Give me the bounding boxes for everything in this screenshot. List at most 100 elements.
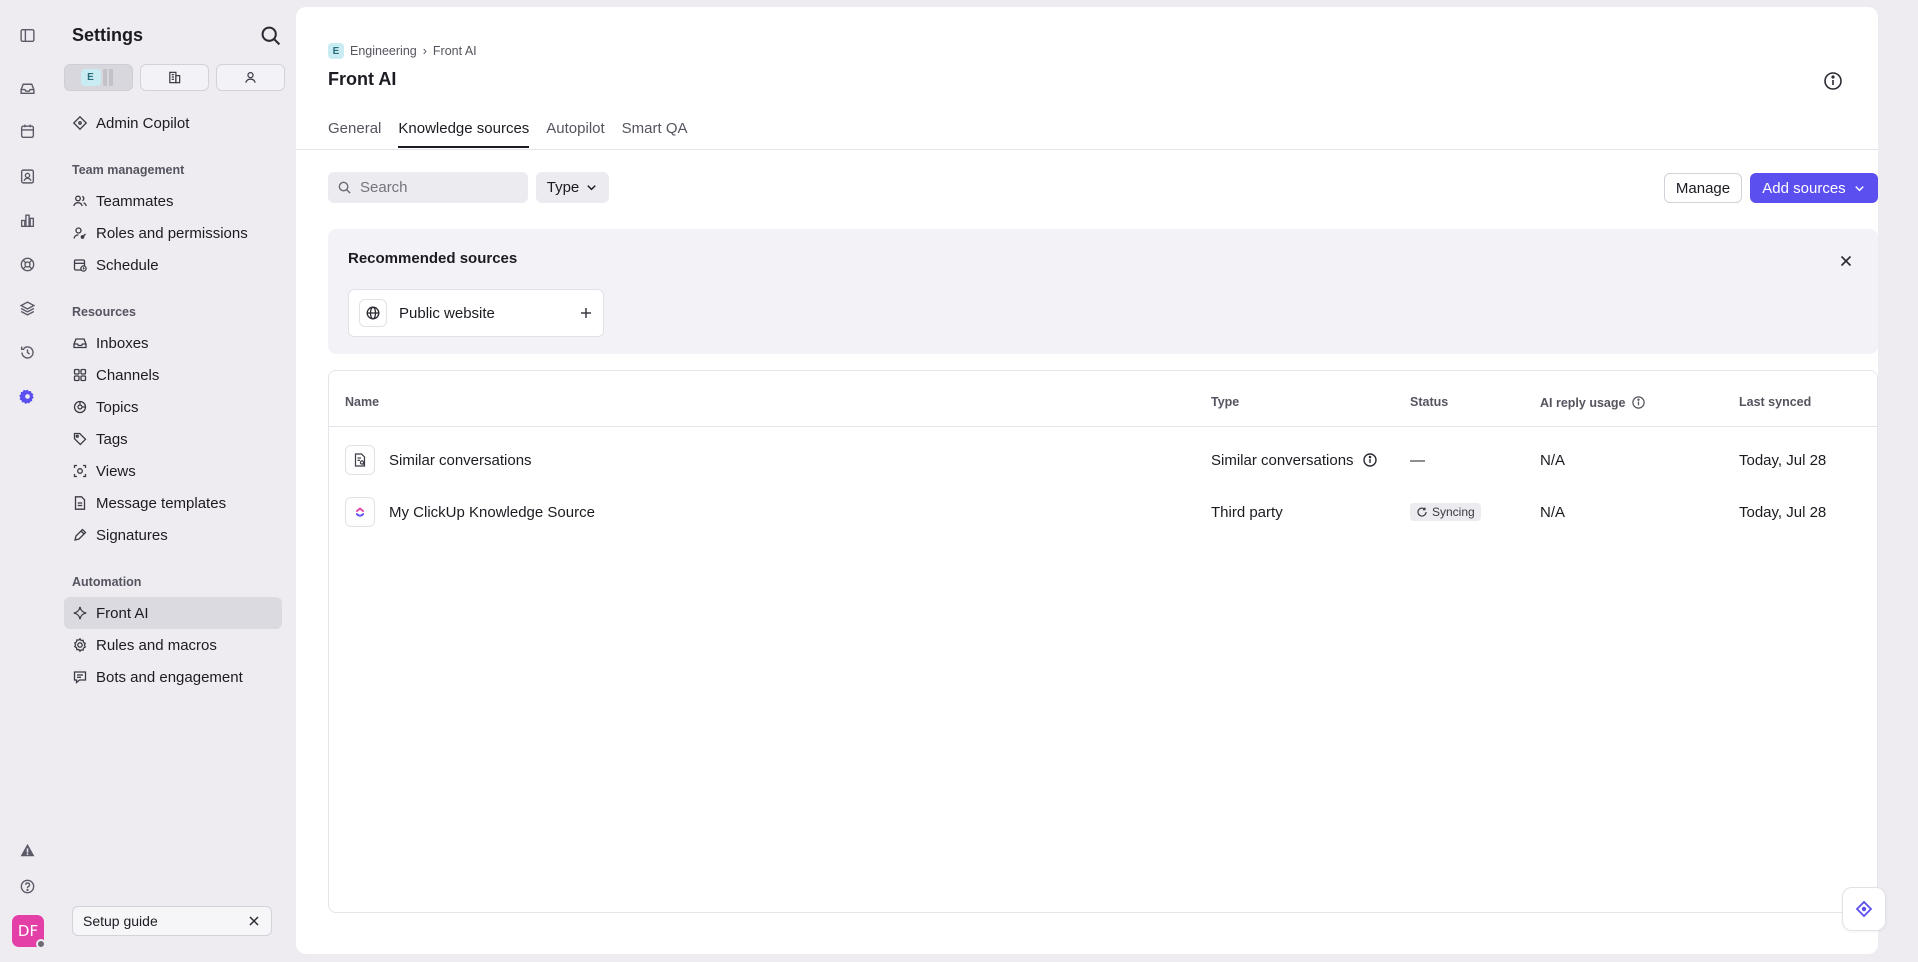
help-center-icon[interactable]	[11, 248, 43, 280]
sidebar-item-rules-macros[interactable]: Rules and macros	[64, 629, 282, 661]
analytics-icon[interactable]	[11, 204, 43, 236]
workspace-badge: E	[80, 69, 101, 86]
info-icon[interactable]	[1362, 452, 1378, 468]
inbox-stack-icon	[73, 338, 87, 349]
column-header-last-synced: Last synced	[1739, 395, 1812, 409]
search-icon	[338, 181, 351, 194]
name-cell: My ClickUp Knowledge Source	[345, 486, 595, 538]
sidebar-item-schedule[interactable]: Schedule	[64, 249, 282, 281]
column-header-type: Type	[1211, 395, 1240, 409]
column-header-status: Status	[1410, 395, 1449, 409]
type-cell: Similar conversations	[1211, 434, 1378, 486]
tab-knowledge-sources[interactable]: Knowledge sources	[398, 120, 530, 148]
search-input[interactable]	[360, 179, 510, 196]
main-panel: E Engineering › Front AI Front AI Genera…	[296, 7, 1878, 954]
type-filter-label: Type	[546, 179, 580, 196]
type-cell: Third party	[1211, 503, 1283, 521]
alert-icon[interactable]	[11, 834, 43, 866]
history-icon[interactable]	[11, 336, 43, 368]
sidebar-item-tags[interactable]: Tags	[64, 423, 282, 455]
document-icon	[74, 496, 86, 510]
help-icon[interactable]	[11, 870, 43, 902]
section-label-automation: Automation	[72, 575, 142, 589]
gear-icon	[73, 637, 87, 653]
page-title: Front AI	[328, 69, 397, 89]
layers-icon[interactable]	[11, 292, 43, 324]
status-label: Syncing	[1432, 505, 1475, 519]
refresh-icon	[1417, 507, 1427, 517]
recommended-source-label: Public website	[399, 304, 495, 322]
sparkle-diamond-icon	[1855, 900, 1873, 918]
scope-tab-company[interactable]	[140, 64, 209, 91]
settings-sidebar: Settings E Admin Copilot Team management…	[54, 0, 290, 962]
sidebar-item-inboxes[interactable]: Inboxes	[64, 327, 282, 359]
knowledge-sources-table: Name Type Status AI reply usage Last syn…	[328, 370, 1878, 913]
sidebar-item-label: Roles and permissions	[96, 224, 248, 242]
status-cell: Syncing	[1410, 486, 1481, 538]
search-icon[interactable]	[259, 24, 283, 48]
sidebar-item-message-templates[interactable]: Message templates	[64, 487, 282, 519]
table-row[interactable]: My ClickUp Knowledge Source Third party …	[329, 486, 1877, 538]
breadcrumb-parent[interactable]: Engineering	[350, 44, 417, 58]
grid-icon	[73, 368, 87, 382]
sidebar-item-admin-copilot[interactable]: Admin Copilot	[64, 107, 282, 139]
sidebar-item-label: Signatures	[96, 526, 168, 544]
inbox-icon[interactable]	[11, 72, 43, 104]
tab-autopilot[interactable]: Autopilot	[546, 120, 604, 148]
sidebar-item-signatures[interactable]: Signatures	[64, 519, 282, 551]
setup-guide-button[interactable]: Setup guide	[72, 906, 272, 936]
sidebar-item-front-ai[interactable]: Front AI	[64, 597, 282, 629]
sidebar-item-label: Message templates	[96, 494, 227, 512]
tab-general[interactable]: General	[328, 120, 381, 148]
views-icon	[73, 464, 87, 478]
teammates-icon	[73, 195, 87, 207]
scope-tab-workspace[interactable]: E	[64, 64, 133, 91]
chat-icon	[73, 671, 87, 684]
section-label-resources: Resources	[72, 305, 136, 319]
scope-tab-personal[interactable]	[216, 64, 285, 91]
sidebar-item-channels[interactable]: Channels	[64, 359, 282, 391]
sidebar-title: Settings	[72, 25, 144, 45]
info-icon[interactable]	[1822, 70, 1844, 92]
search-field[interactable]	[328, 172, 528, 203]
last-synced-cell: Today, Jul 28	[1739, 451, 1827, 469]
plus-icon[interactable]	[579, 306, 593, 320]
calendar-icon[interactable]	[11, 115, 43, 147]
recommended-sources-panel: Recommended sources Public website	[328, 229, 1878, 354]
tab-smart-qa[interactable]: Smart QA	[622, 120, 688, 148]
manage-button[interactable]: Manage	[1664, 173, 1742, 203]
column-header-usage: AI reply usage	[1540, 395, 1646, 410]
type-filter-button[interactable]: Type	[536, 172, 609, 203]
sidebar-item-bots[interactable]: Bots and engagement	[64, 661, 282, 693]
workspace-badge: E	[328, 43, 344, 59]
sidebar-item-views[interactable]: Views	[64, 455, 282, 487]
source-name: Similar conversations	[389, 451, 532, 469]
sidebar-item-label: Schedule	[96, 256, 159, 274]
add-sources-button[interactable]: Add sources	[1750, 173, 1878, 203]
document-search-icon	[345, 445, 375, 475]
close-icon[interactable]	[1838, 253, 1854, 269]
globe-icon	[359, 299, 387, 327]
close-icon[interactable]	[247, 914, 261, 928]
icon-rail: DF	[0, 0, 54, 962]
info-icon[interactable]	[1631, 395, 1646, 410]
calendar-clock-icon	[73, 259, 87, 272]
sparkle-icon	[73, 606, 87, 620]
sidebar-item-topics[interactable]: Topics	[64, 391, 282, 423]
sidebar-item-label: Front AI	[96, 604, 149, 622]
sidebar-item-label: Bots and engagement	[96, 668, 243, 686]
ai-assistant-button[interactable]	[1842, 887, 1886, 931]
chevron-down-icon	[587, 185, 597, 191]
source-type: Similar conversations	[1211, 451, 1354, 469]
tabs: General Knowledge sources Autopilot Smar…	[328, 120, 688, 148]
breadcrumb: E Engineering › Front AI	[328, 43, 477, 59]
user-icon	[245, 72, 256, 83]
contacts-icon[interactable]	[11, 160, 43, 192]
sidebar-item-teammates[interactable]: Teammates	[64, 185, 282, 217]
sidebar-item-roles[interactable]: Roles and permissions	[64, 217, 282, 249]
recommended-source-card[interactable]: Public website	[348, 289, 604, 337]
avatar[interactable]: DF	[12, 915, 46, 949]
settings-icon[interactable]	[11, 380, 43, 412]
sidebar-toggle-icon[interactable]	[11, 19, 43, 51]
table-row[interactable]: Similar conversations Similar conversati…	[329, 434, 1877, 486]
